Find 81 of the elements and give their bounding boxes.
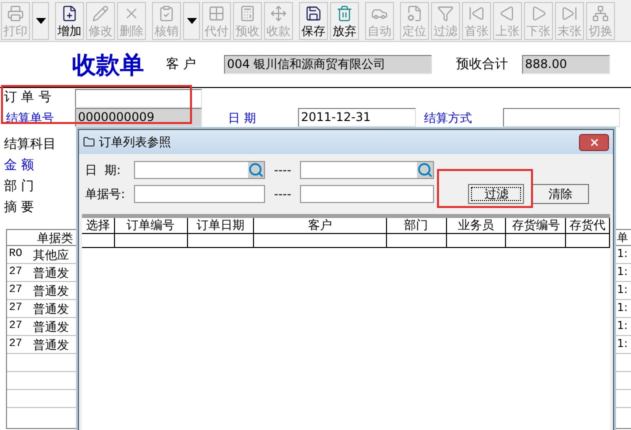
dropdown-button[interactable] bbox=[183, 2, 200, 40]
bucket-icon bbox=[336, 4, 353, 22]
column-header: 单据类 bbox=[37, 230, 73, 245]
settlement-method-label: 结算方式 bbox=[424, 110, 473, 126]
toolbar-button[interactable]: 放弃 bbox=[330, 2, 359, 40]
table-cell-text: 普通发 bbox=[33, 264, 69, 282]
filter-icon bbox=[437, 4, 454, 22]
form-title: 收款单 bbox=[72, 48, 144, 80]
range-separator: ---- bbox=[273, 162, 292, 178]
date-label: 日 期 bbox=[228, 110, 257, 126]
table-cell-text: 1: bbox=[617, 282, 629, 298]
field-label: 部 门 bbox=[4, 178, 34, 196]
column-header: 部门 bbox=[386, 218, 447, 233]
search-icon[interactable] bbox=[248, 162, 264, 178]
close-icon bbox=[588, 136, 600, 148]
customer-label: 客 户 bbox=[166, 56, 198, 74]
input-field[interactable] bbox=[75, 88, 202, 108]
document-gear-icon bbox=[406, 4, 423, 22]
field-label: 金 额 bbox=[4, 157, 34, 175]
pencil-icon bbox=[92, 4, 109, 22]
column-header: 存货代 bbox=[566, 218, 610, 233]
caret-icon bbox=[36, 18, 46, 24]
table-cell-text: 27 bbox=[8, 265, 24, 280]
table-cell-text: 其他应 bbox=[33, 246, 69, 264]
folder-icon bbox=[83, 136, 95, 148]
add-document-icon bbox=[61, 4, 78, 22]
start-number-field[interactable] bbox=[134, 184, 265, 202]
column-header: 选择 bbox=[82, 218, 115, 233]
field-label: 结算科目 bbox=[4, 136, 56, 154]
move-icon bbox=[270, 4, 287, 22]
column-header: 客户 bbox=[254, 218, 387, 233]
field-label: 摘 要 bbox=[4, 199, 34, 217]
input-field[interactable]: 888.00 bbox=[522, 55, 610, 74]
input-field[interactable]: 2011-12-31 bbox=[298, 108, 416, 127]
document-number-label: 单据号: bbox=[85, 186, 126, 202]
table-cell-text: 1: bbox=[617, 336, 629, 352]
prepaid-label: 预收合计 bbox=[456, 56, 509, 74]
toolbar-button[interactable]: 增加 bbox=[55, 2, 84, 40]
table-cell-text: 1: bbox=[617, 318, 629, 334]
printer-icon bbox=[7, 4, 24, 22]
table-cell-text: 1: bbox=[617, 300, 629, 316]
table-cell-text: 27 bbox=[8, 337, 24, 352]
clear-button[interactable]: 清除 bbox=[531, 184, 590, 204]
dropdown-button[interactable] bbox=[32, 2, 49, 40]
caret-icon bbox=[186, 18, 196, 24]
calculator-icon bbox=[239, 4, 256, 22]
input-field[interactable]: 004 银川信和源商贸有限公司 bbox=[224, 55, 432, 74]
skip-back-icon bbox=[468, 4, 485, 22]
table-cell-text: 27 bbox=[8, 301, 24, 316]
column-header: 单 bbox=[617, 230, 629, 245]
order-number-label: 订 单 号 bbox=[4, 89, 52, 108]
dialog-title: 订单列表参照 bbox=[99, 134, 171, 151]
table-cell-text: 27 bbox=[8, 283, 24, 298]
close-button[interactable] bbox=[579, 134, 609, 150]
table-cell-text: 普通发 bbox=[33, 282, 69, 300]
table-cell-text: 27 bbox=[8, 319, 24, 334]
column-header: 业务员 bbox=[446, 218, 506, 233]
end-number-field[interactable] bbox=[300, 184, 434, 202]
table-cell-text: 普通发 bbox=[33, 300, 69, 318]
table-cell-text: 1: bbox=[617, 246, 629, 262]
search-icon[interactable] bbox=[417, 162, 434, 178]
clipboard-icon bbox=[158, 4, 175, 22]
date-label: 日 期: bbox=[85, 162, 122, 178]
table-cell-text: 1: bbox=[617, 264, 629, 280]
switch-icon bbox=[592, 4, 609, 22]
skip-forward-icon bbox=[561, 4, 578, 22]
table-cell-text: 普通发 bbox=[33, 336, 69, 354]
end-date-field[interactable] bbox=[300, 160, 434, 178]
start-date-field[interactable] bbox=[134, 160, 265, 178]
table-cell-text: 普通发 bbox=[33, 318, 69, 336]
filter-button[interactable]: 过滤 bbox=[468, 184, 524, 204]
column-header: 订单编号 bbox=[114, 218, 188, 233]
range-separator: ---- bbox=[273, 186, 292, 202]
right-triangle-icon bbox=[530, 4, 547, 22]
input-field[interactable] bbox=[503, 108, 620, 127]
grid-icon bbox=[208, 4, 225, 22]
left-triangle-icon bbox=[499, 4, 516, 22]
column-header: 订单日期 bbox=[188, 218, 254, 233]
column-header: 存货编号 bbox=[506, 218, 566, 233]
toolbar-button[interactable]: 保存 bbox=[299, 2, 328, 40]
table-cell-text: RO bbox=[8, 247, 24, 262]
